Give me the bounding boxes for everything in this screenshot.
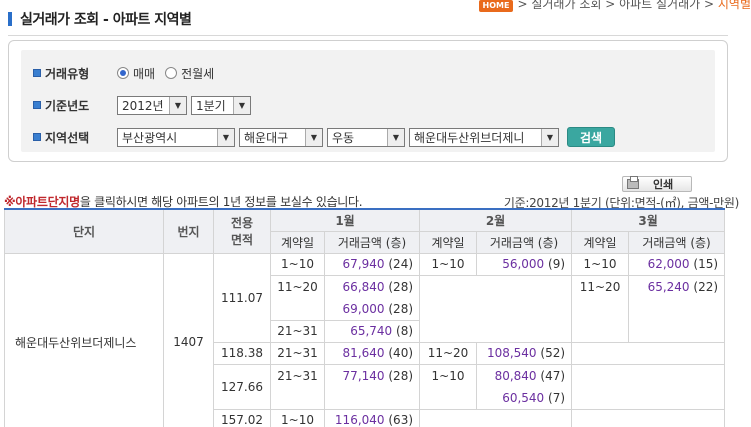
col-amount: 거래금액 (층) bbox=[628, 230, 726, 254]
quarter-select[interactable]: 1분기 ▼ bbox=[191, 95, 251, 115]
col-complex: 단지 bbox=[4, 208, 164, 254]
breadcrumb-text: > 실거래가 조회 > 아파트 실거래가 > 지역별 bbox=[517, 0, 751, 12]
dropdown-arrow-icon: ▼ bbox=[387, 128, 404, 146]
print-button-label: 인쇄 bbox=[653, 178, 674, 191]
contract-day: 1~10 bbox=[419, 363, 478, 410]
breadcrumb: HOME > 실거래가 조회 > 아파트 실거래가 > 지역별 bbox=[478, 0, 751, 12]
col-lot: 번지 bbox=[163, 208, 214, 254]
table-row: 해운대두산위브더제니스 1407 111.07 1~10 67,940 (24)… bbox=[4, 252, 726, 427]
col-contract-day: 계약일 bbox=[270, 230, 325, 254]
col-amount: 거래금액 (층) bbox=[323, 230, 421, 254]
printer-icon bbox=[627, 176, 639, 189]
empty-cell bbox=[571, 341, 726, 365]
empty-cell bbox=[419, 408, 573, 427]
print-button[interactable]: 인쇄 bbox=[622, 176, 692, 192]
sido-select[interactable]: 부산광역시 ▼ bbox=[117, 127, 235, 147]
area-value: 157.02 bbox=[213, 408, 271, 427]
contract-day: 1~10 bbox=[571, 252, 630, 276]
amount-cell: 80,840 (47) 60,540 (7) bbox=[476, 363, 573, 410]
radio-sale-label[interactable]: 매매 bbox=[133, 65, 155, 82]
empty-cell bbox=[571, 408, 726, 427]
radio-sale[interactable] bbox=[117, 67, 129, 79]
radio-rent-label[interactable]: 전월세 bbox=[181, 65, 214, 82]
trade-type-label: 거래유형 bbox=[33, 65, 117, 82]
col-month-1: 1월 bbox=[269, 208, 421, 232]
contract-day: 1~10 bbox=[270, 252, 325, 276]
year-select[interactable]: 2012년 ▼ bbox=[117, 95, 187, 115]
region-row: 지역선택 부산광역시 ▼ 해운대구 ▼ 우동 ▼ 해운대두산위브더제니 ▼ 검색 bbox=[33, 126, 703, 148]
breadcrumb-prefix: > 실거래가 조회 > 아파트 실거래가 > bbox=[517, 0, 715, 11]
col-month-3: 3월 bbox=[571, 208, 726, 232]
bullet-icon bbox=[33, 133, 41, 141]
empty-cell bbox=[419, 274, 573, 343]
dong-select[interactable]: 우동 ▼ bbox=[327, 127, 405, 147]
area-header-line1: 전용 bbox=[230, 216, 254, 231]
contract-day: 11~20 bbox=[419, 341, 478, 365]
amount-cell: 66,840 (28) 69,000 (28) bbox=[323, 274, 421, 321]
lot-number: 1407 bbox=[163, 252, 214, 427]
amount-cell: 116,040 (63) bbox=[323, 408, 421, 427]
transaction-table: 단지 번지 전용면적 1월 2월 3월 계약일 거래금액 (층) 계약일 거래금… bbox=[4, 208, 726, 427]
transaction-table-wrap: 단지 번지 전용면적 1월 2월 3월 계약일 거래금액 (층) 계약일 거래금… bbox=[4, 208, 726, 427]
page-title-bar: 실거래가 조회 - 아파트 지역별 bbox=[8, 8, 192, 30]
dropdown-arrow-icon: ▼ bbox=[305, 128, 322, 146]
col-month-2: 2월 bbox=[419, 208, 573, 232]
amount-cell: 56,000 (9) bbox=[476, 252, 573, 276]
contract-day: 21~31 bbox=[270, 363, 325, 410]
col-area: 전용면적 bbox=[213, 208, 271, 254]
amount-cell: 77,140 (28) bbox=[323, 363, 421, 410]
amount-cell: 62,000 (15) bbox=[628, 252, 726, 276]
contract-day: 1~10 bbox=[419, 252, 478, 276]
area-header-line2: 면적 bbox=[230, 233, 254, 248]
empty-cell bbox=[571, 363, 726, 410]
contract-day: 21~31 bbox=[270, 319, 325, 343]
amount-cell: 65,740 (8) bbox=[323, 319, 421, 343]
col-contract-day: 계약일 bbox=[419, 230, 478, 254]
dropdown-arrow-icon: ▼ bbox=[217, 128, 234, 146]
col-amount: 거래금액 (층) bbox=[476, 230, 573, 254]
sigungu-select[interactable]: 해운대구 ▼ bbox=[239, 127, 323, 147]
year-row: 기준년도 2012년 ▼ 1분기 ▼ bbox=[33, 94, 703, 116]
area-value: 111.07 bbox=[213, 252, 271, 343]
radio-rent[interactable] bbox=[165, 67, 178, 79]
search-panel-inner: 거래유형 매매 전월세 기준년도 2012년 ▼ 1분기 ▼ 지역선택 부산광역시 ▼… bbox=[21, 50, 715, 152]
title-divider bbox=[8, 35, 728, 36]
area-value: 118.38 bbox=[213, 341, 271, 365]
search-button[interactable]: 검색 bbox=[567, 127, 616, 147]
dropdown-arrow-icon: ▼ bbox=[169, 96, 186, 114]
contract-day: 1~10 bbox=[270, 408, 325, 427]
amount-cell: 108,540 (52) bbox=[476, 341, 573, 365]
contract-day: 21~31 bbox=[270, 341, 325, 365]
contract-day: 11~20 bbox=[571, 274, 630, 343]
breadcrumb-current: 지역별 bbox=[717, 0, 751, 11]
title-marker bbox=[8, 12, 12, 26]
amount-cell: 67,940 (24) bbox=[323, 252, 421, 276]
notice-highlight: 아파트단지명 bbox=[15, 195, 80, 209]
apartment-select[interactable]: 해운대두산위브더제니 ▼ bbox=[409, 127, 559, 147]
bullet-icon bbox=[33, 101, 41, 109]
dropdown-arrow-icon: ▼ bbox=[541, 128, 558, 146]
home-link[interactable]: HOME bbox=[478, 0, 514, 12]
complex-name-link[interactable]: 해운대두산위브더제니스 bbox=[4, 252, 164, 427]
bullet-icon bbox=[33, 69, 41, 77]
region-label: 지역선택 bbox=[33, 129, 117, 146]
trade-type-row: 거래유형 매매 전월세 bbox=[33, 62, 703, 84]
contract-day: 11~20 bbox=[270, 274, 325, 321]
col-contract-day: 계약일 bbox=[571, 230, 630, 254]
amount-cell: 81,640 (40) bbox=[323, 341, 421, 365]
search-panel: 거래유형 매매 전월세 기준년도 2012년 ▼ 1분기 ▼ 지역선택 부산광역시 ▼… bbox=[8, 40, 728, 162]
year-label: 기준년도 bbox=[33, 97, 117, 114]
area-value: 127.66 bbox=[213, 363, 271, 410]
page-title: 실거래가 조회 - 아파트 지역별 bbox=[20, 12, 192, 28]
dropdown-arrow-icon: ▼ bbox=[233, 96, 250, 114]
amount-cell: 65,240 (22) bbox=[628, 274, 726, 343]
